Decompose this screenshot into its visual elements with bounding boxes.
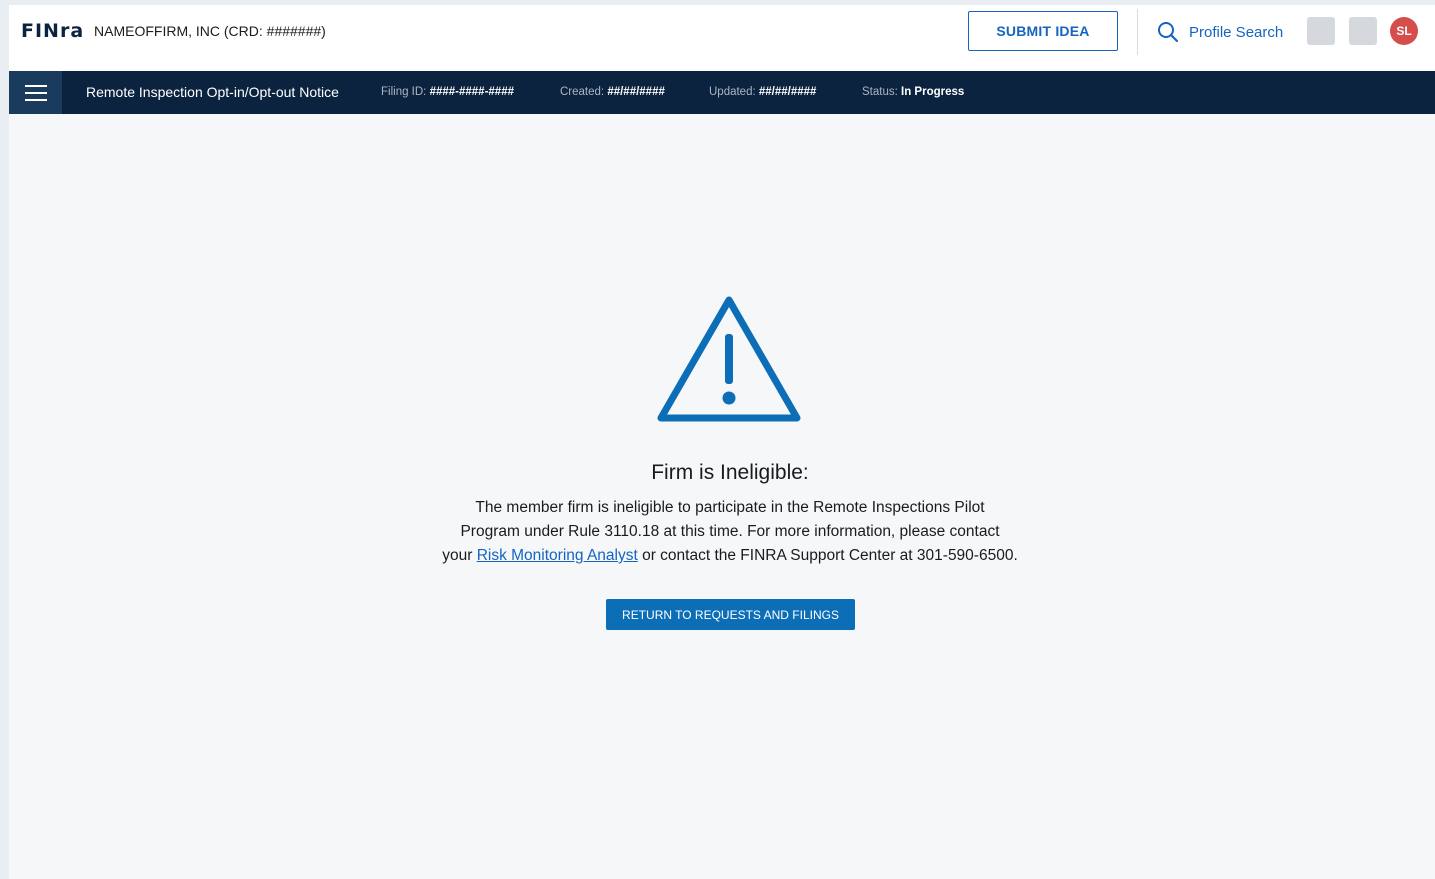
message-line-suffix: or contact the FINRA Support Center at 3… [637,547,1018,564]
firm-name: NAMEOFFIRM, INC (CRD: #######) [94,23,326,39]
filing-status: Status: In Progress [862,86,964,98]
updated-value: ##/##/#### [758,86,817,98]
submit-idea-button[interactable]: SUBMIT IDEA [968,11,1118,51]
profile-search-link[interactable]: Profile Search [1157,20,1283,44]
message-line: your Risk Monitoring Analyst or contact … [9,544,1435,568]
finra-logo[interactable]: FINra [21,20,84,42]
filing-id-value: ####-####-#### [429,86,514,98]
created-label: Created: [560,86,605,98]
app-icon-placeholder[interactable] [1307,17,1335,45]
created-value: ##/##/#### [607,86,665,98]
filing-id: Filing ID: ####-####-#### [381,86,514,98]
filing-title: Remote Inspection Opt-in/Opt-out Notice [86,84,339,100]
filing-id-label: Filing ID: [381,86,427,98]
search-icon [1158,22,1179,43]
filing-info-bar: Remote Inspection Opt-in/Opt-out Notice … [9,71,1435,114]
updated-label: Updated: [709,86,756,98]
message-line: The member firm is ineligible to partici… [475,499,985,516]
header-divider [1137,9,1138,55]
updated-date: Updated: ##/##/#### [709,86,816,98]
return-to-requests-button[interactable]: RETURN TO REQUESTS AND FILINGS [606,599,855,630]
ineligible-title: Firm is Ineligible: [651,461,809,484]
top-header: FINra NAMEOFFIRM, INC (CRD: #######) SUB… [9,5,1435,71]
hamburger-menu-button[interactable] [9,71,62,114]
risk-monitoring-analyst-link[interactable]: Risk Monitoring Analyst [477,547,638,564]
status-value: In Progress [901,86,965,98]
warning-triangle-icon [657,296,801,422]
message-line: Program under Rule 3110.18 at this time.… [460,523,1000,540]
message-line-prefix: your [442,547,477,564]
status-label: Status: [862,86,898,98]
profile-search-label: Profile Search [1189,23,1284,41]
created-date: Created: ##/##/#### [560,86,665,98]
app-icon-placeholder[interactable] [1349,17,1377,45]
hamburger-icon [24,84,47,101]
app-frame: FINra NAMEOFFIRM, INC (CRD: #######) SUB… [9,5,1435,879]
user-avatar[interactable]: SL [1390,17,1418,45]
ineligible-message: The member firm is ineligible to partici… [9,496,1435,568]
